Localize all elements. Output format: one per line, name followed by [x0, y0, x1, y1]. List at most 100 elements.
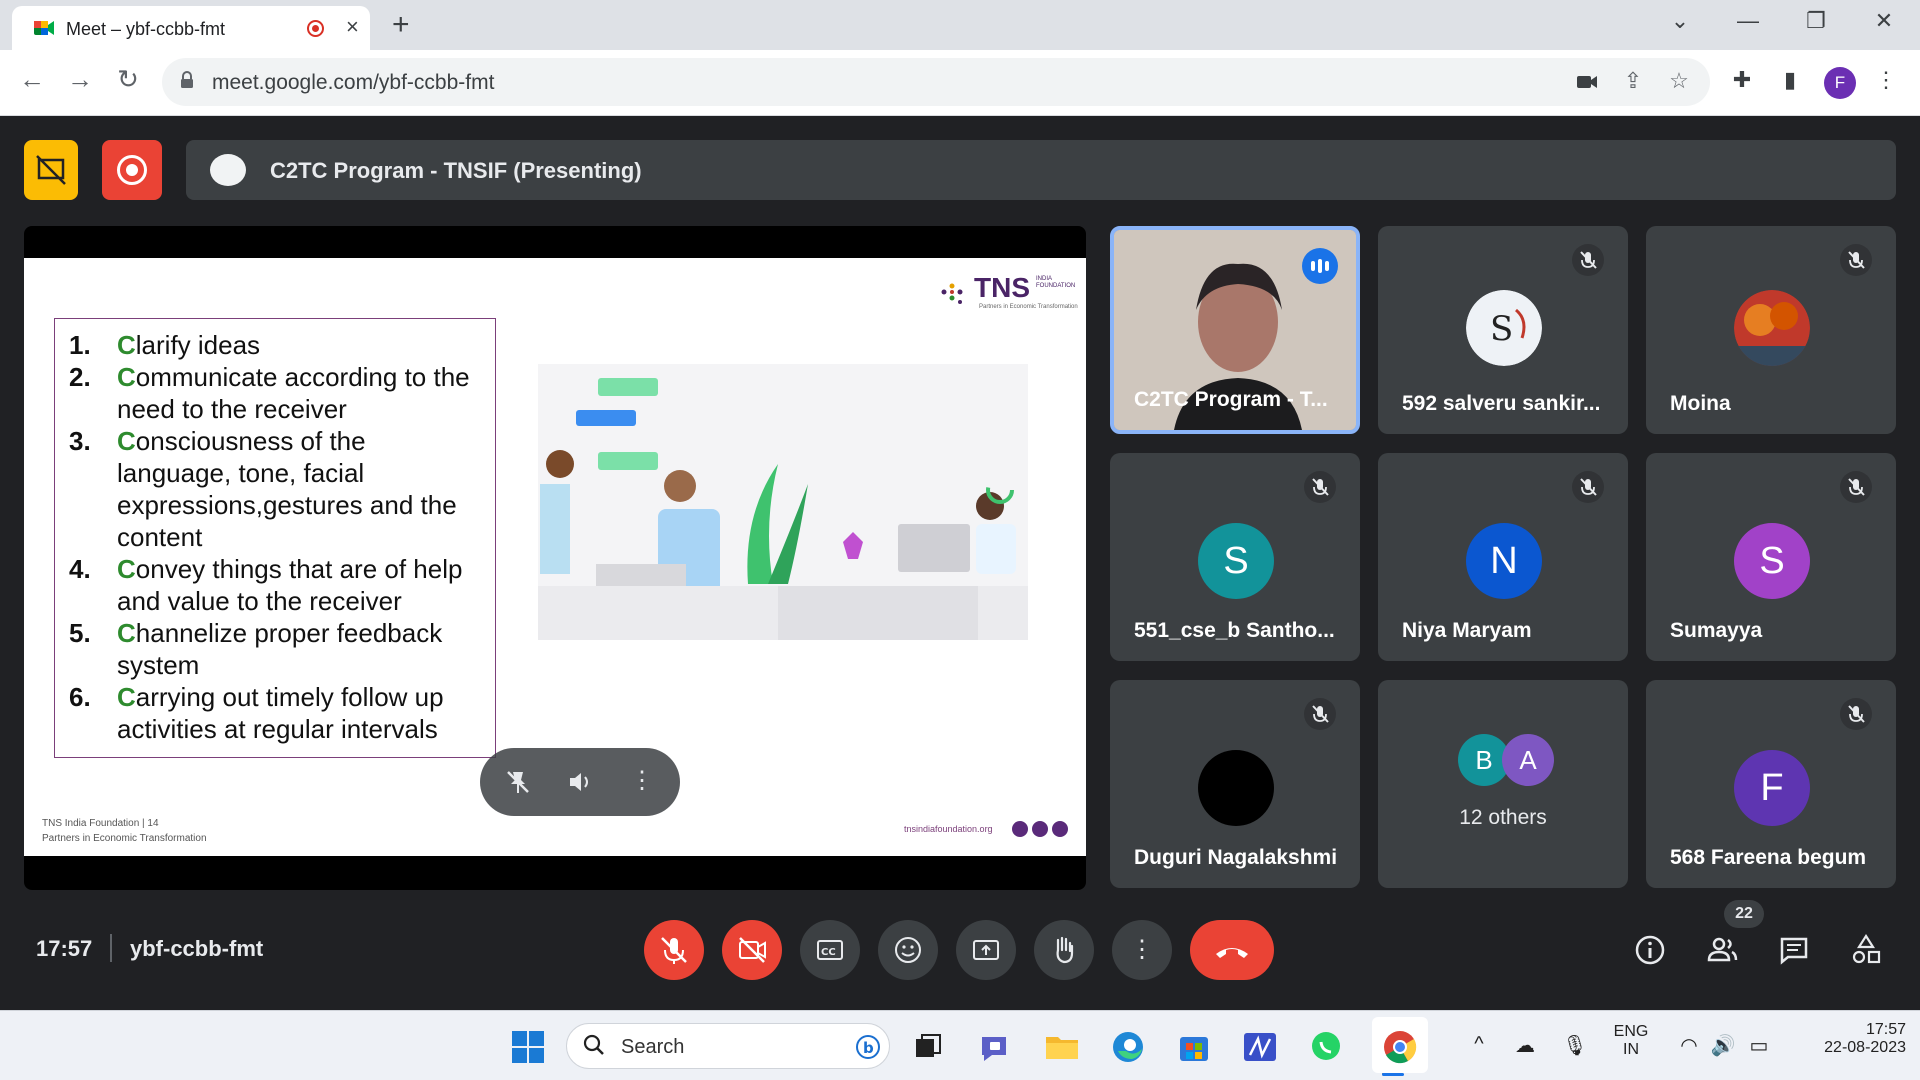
bookmark-star-icon[interactable]: ☆: [1664, 68, 1694, 96]
presentation-banner[interactable]: C2TC Program - TNSIF (Presenting): [186, 140, 1896, 200]
bullet-number: 3.: [69, 426, 91, 456]
tns-logo-tagline: Partners in Economic Transformation: [979, 304, 1078, 310]
activities-icon: [1852, 933, 1881, 964]
participant-tile[interactable]: F 568 Fareena begum: [1646, 680, 1896, 888]
mic-off-icon: [1840, 471, 1872, 503]
tab-search-chevron-icon[interactable]: ⌄: [1660, 8, 1700, 34]
activities-button[interactable]: [1846, 930, 1886, 970]
present-icon: [973, 940, 999, 960]
presentation-warning-button[interactable]: [24, 140, 78, 200]
system-clock[interactable]: 17:57 22-08-2023: [1786, 1021, 1906, 1057]
more-vert-icon: ⋮: [1130, 936, 1154, 963]
bullet-text: Consciousness of the language, tone, fac…: [117, 425, 483, 553]
onedrive-icon[interactable]: ☁: [1512, 1033, 1538, 1059]
slide-bullet-list: 1. Clarify ideas 2. Communicate according t…: [54, 318, 496, 758]
mic-off-icon: [1572, 471, 1604, 503]
back-arrow-icon[interactable]: ←: [14, 64, 50, 95]
microphone-icon[interactable]: 🎙: [1562, 1033, 1588, 1059]
close-window-button[interactable]: ✕: [1864, 8, 1904, 34]
captions-button[interactable]: CC: [800, 920, 860, 980]
participant-tile[interactable]: Moina: [1646, 226, 1896, 434]
side-panel-icon[interactable]: ▮: [1774, 67, 1806, 99]
hand-icon: [1056, 936, 1074, 964]
restore-button[interactable]: ❐: [1796, 8, 1836, 34]
address-bar[interactable]: meet.google.com/ybf-ccbb-fmt ⇪ ☆: [162, 58, 1710, 106]
people-count-badge: 22: [1724, 900, 1764, 928]
participant-tile[interactable]: Duguri Nagalakshmi: [1110, 680, 1360, 888]
others-count-label: 12 others: [1459, 806, 1547, 829]
extensions-puzzle-icon[interactable]: ✚: [1726, 67, 1758, 99]
unpin-icon[interactable]: [502, 766, 534, 798]
battery-icon[interactable]: ▭: [1746, 1033, 1772, 1059]
participant-name: Niya Maryam: [1402, 619, 1532, 642]
emoji-icon: [895, 937, 921, 963]
present-screen-button[interactable]: [956, 920, 1016, 980]
others-tile[interactable]: B A 12 others: [1378, 680, 1628, 888]
forward-arrow-icon[interactable]: →: [62, 64, 98, 95]
raise-hand-button[interactable]: [1034, 920, 1094, 980]
participant-name: Moina: [1670, 392, 1731, 415]
browser-tab-bar: Meet – ybf-ccbb-fmt × + ⌄ — ❐ ✕: [0, 0, 1920, 50]
tns-logo-small-text: INDIA FOUNDATION: [1036, 276, 1076, 289]
mic-toggle-button[interactable]: [644, 920, 704, 980]
participant-avatar: A: [1502, 734, 1554, 786]
show-hidden-icons-chevron-icon[interactable]: ^: [1466, 1033, 1492, 1059]
bullet-number: 2.: [69, 362, 91, 392]
recording-button[interactable]: [102, 140, 162, 200]
windows-taskbar: Search b ^ ☁ 🎙 ENG IN ◠ 🔊 ▭ 17:57 22-08-…: [0, 1010, 1920, 1080]
whiteboard-app-icon[interactable]: [1242, 1029, 1278, 1065]
slide-bullet-item: 1. Clarify ideas: [69, 329, 483, 361]
browser-menu-icon[interactable]: ⋮: [1870, 67, 1902, 99]
chat-button[interactable]: [1774, 930, 1814, 970]
teams-chat-icon[interactable]: [978, 1029, 1014, 1065]
bullet-rest: hannelize proper feedback system: [117, 618, 443, 680]
reactions-button[interactable]: [878, 920, 938, 980]
participant-tile[interactable]: S Sumayya: [1646, 453, 1896, 661]
chrome-icon[interactable]: [1382, 1029, 1418, 1065]
edge-browser-icon[interactable]: [1110, 1029, 1146, 1065]
participant-tile[interactable]: S 551_cse_b Santho...: [1110, 453, 1360, 661]
volume-icon[interactable]: 🔊: [1710, 1033, 1736, 1059]
linkedin-icon: [1032, 821, 1048, 837]
bullet-text: Communicate according to the need to the…: [117, 361, 483, 425]
minimize-button[interactable]: —: [1728, 8, 1768, 34]
camera-toggle-button[interactable]: [722, 920, 782, 980]
profile-avatar[interactable]: F: [1824, 67, 1856, 99]
bullet-text: Clarify ideas: [117, 329, 260, 361]
camera-in-use-icon[interactable]: [1572, 68, 1602, 96]
url-text: meet.google.com/ybf-ccbb-fmt: [212, 71, 495, 94]
leave-call-button[interactable]: [1190, 920, 1274, 980]
wifi-icon[interactable]: ◠: [1676, 1033, 1702, 1059]
meeting-details-button[interactable]: [1630, 930, 1670, 970]
mic-off-icon: [1840, 698, 1872, 730]
browser-tab-meet[interactable]: Meet – ybf-ccbb-fmt ×: [12, 6, 370, 50]
participant-avatar: [1198, 750, 1274, 826]
slide-footer-line2: Partners in Economic Transformation: [42, 833, 207, 844]
clock-time: 17:57: [1865, 1021, 1906, 1038]
participant-tile[interactable]: N Niya Maryam: [1378, 453, 1628, 661]
taskbar-search[interactable]: Search b: [566, 1023, 890, 1069]
participant-name: Duguri Nagalakshmi: [1134, 846, 1338, 869]
close-tab-button[interactable]: ×: [346, 14, 359, 40]
windows-start-icon[interactable]: [510, 1029, 546, 1065]
slide-bullet-item: 5. Channelize proper feedback system: [69, 617, 483, 681]
share-icon[interactable]: ⇪: [1618, 68, 1648, 96]
slide-bullet-item: 4. Convey things that are of help and val…: [69, 553, 483, 617]
mic-off-icon: [661, 937, 687, 964]
task-view-icon[interactable]: [910, 1029, 946, 1065]
presentation-view[interactable]: TNS INDIA FOUNDATION Partners in Economi…: [24, 226, 1086, 890]
new-tab-button[interactable]: +: [392, 8, 410, 42]
participant-tile-presenter[interactable]: C2TC Program - T...: [1110, 226, 1360, 434]
more-options-icon[interactable]: ⋮: [626, 766, 658, 798]
more-options-button[interactable]: ⋮: [1112, 920, 1172, 980]
reload-icon[interactable]: ↻: [110, 64, 146, 95]
microsoft-store-icon[interactable]: [1176, 1029, 1212, 1065]
meet-window: C2TC Program - TNSIF (Presenting) TNS IN…: [0, 116, 1920, 1010]
language-indicator[interactable]: ENG IN: [1604, 1023, 1658, 1059]
whatsapp-icon[interactable]: [1308, 1029, 1344, 1065]
camera-off-icon: [739, 937, 766, 963]
people-button[interactable]: [1702, 930, 1742, 970]
file-explorer-icon[interactable]: [1044, 1029, 1080, 1065]
participant-tile[interactable]: S 592 salveru sankir...: [1378, 226, 1628, 434]
volume-icon[interactable]: [564, 766, 596, 798]
